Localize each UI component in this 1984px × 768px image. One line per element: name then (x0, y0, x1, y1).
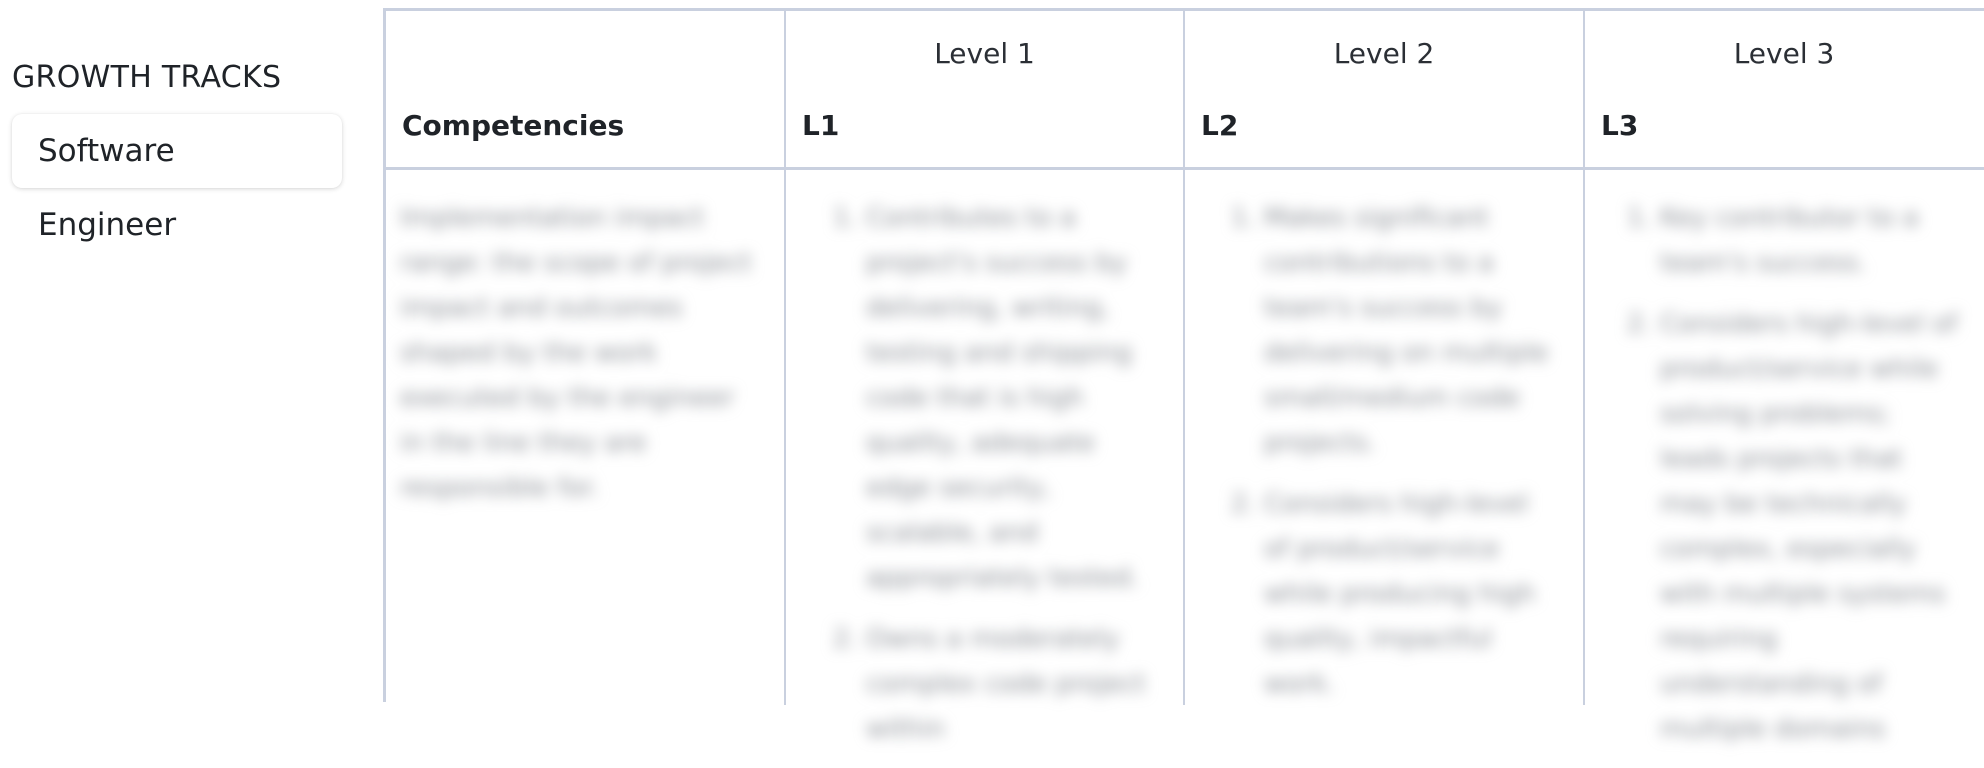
header-level-1: Level 1 L1 (786, 11, 1183, 167)
level-1-cell: Contributes to a project's success by de… (828, 196, 1160, 768)
competency-description-cell: Implementation impact range: the scope o… (400, 196, 756, 511)
level-2-item: Makes significant contributions to a tea… (1264, 196, 1560, 466)
header-competencies: Competencies (386, 11, 784, 167)
header-level-3: Level 3 L3 (1585, 11, 1983, 167)
level-3-code: L3 (1601, 109, 1639, 142)
level-2-name: Level 2 (1333, 37, 1435, 70)
competency-grid: Competencies Level 1 L1 Level 2 L2 Level… (383, 8, 1984, 744)
level-3-item: Key contributor to a team's success. (1660, 196, 1958, 286)
level-1-name: Level 1 (934, 37, 1035, 70)
level-2-cell: Makes significant contributions to a tea… (1226, 196, 1560, 723)
level-2-code: L2 (1201, 109, 1239, 142)
level-3-cell: Key contributor to a team's success. Con… (1622, 196, 1958, 768)
sidebar-title: GROWTH TRACKS (12, 60, 282, 95)
level-2-item: Considers high-level of product/service … (1264, 482, 1560, 707)
sidebar: GROWTH TRACKS Software Engineer (12, 52, 342, 243)
level-3-name: Level 3 (1733, 37, 1835, 70)
track-software-engineer[interactable]: Software Engineer (12, 114, 342, 243)
competencies-title: Competencies (402, 109, 625, 142)
level-3-item: Considers high-level of product/service … (1660, 302, 1958, 752)
competency-description: Implementation impact range: the scope o… (400, 203, 752, 503)
level-1-item: Contributes to a project's success by de… (866, 196, 1160, 601)
header-level-2: Level 2 L2 (1185, 11, 1583, 167)
level-1-code: L1 (802, 109, 840, 142)
level-1-item: Owns a moderately complex code project w… (866, 617, 1160, 752)
